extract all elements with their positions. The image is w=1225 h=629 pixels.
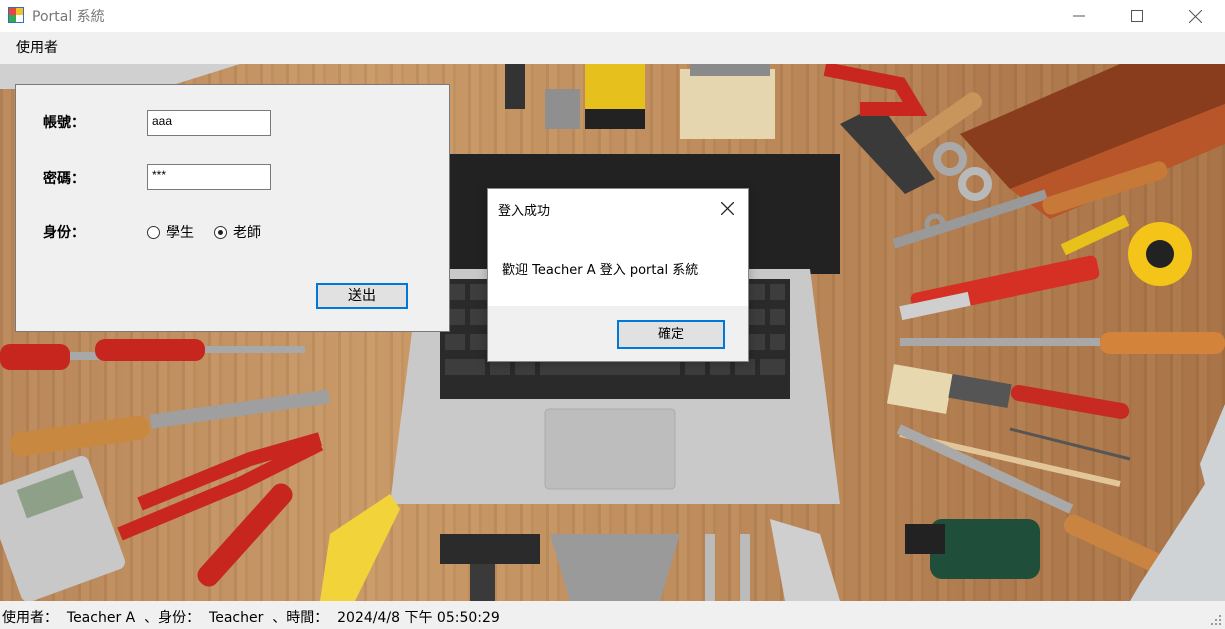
- dialog-footer: 確定: [488, 306, 748, 361]
- dialog-close-button[interactable]: [716, 197, 738, 219]
- account-label: 帳號：: [43, 115, 85, 131]
- status-bar: 使用者： Teacher A 、身份： Teacher 、時間： 2024/4/…: [0, 601, 1225, 629]
- close-button[interactable]: [1166, 0, 1224, 32]
- radio-checked-icon: [214, 225, 227, 239]
- ok-button[interactable]: 確定: [617, 320, 725, 349]
- password-input[interactable]: ***: [147, 164, 271, 190]
- submit-button[interactable]: 送出: [316, 283, 408, 309]
- role-option-teacher: 老師: [233, 225, 261, 241]
- radio-unchecked-icon: [147, 225, 160, 239]
- login-panel: 帳號： aaa 密碼： *** 身份： 學生 老師 送出: [15, 84, 450, 332]
- role-radio-student[interactable]: 學生: [147, 222, 194, 242]
- status-text: 使用者： Teacher A 、身份： Teacher 、時間： 2024/4/…: [2, 610, 500, 626]
- role-option-student: 學生: [166, 225, 194, 241]
- login-success-dialog: 登入成功 歡迎 Teacher A 登入 portal 系統 確定: [487, 188, 749, 362]
- role-radio-teacher[interactable]: 老師: [214, 222, 261, 242]
- app-icon: [8, 7, 24, 23]
- account-input[interactable]: aaa: [147, 110, 271, 136]
- password-label: 密碼：: [43, 171, 85, 187]
- menu-bar: 使用者: [0, 32, 1225, 64]
- maximize-icon: [1131, 10, 1143, 22]
- minimize-button[interactable]: [1050, 0, 1108, 32]
- close-icon: [720, 201, 734, 215]
- menu-item-user[interactable]: 使用者: [8, 32, 66, 64]
- resize-grip-icon[interactable]: [1210, 614, 1222, 626]
- role-label: 身份：: [43, 225, 85, 241]
- close-icon: [1188, 9, 1202, 23]
- maximize-button[interactable]: [1108, 0, 1166, 32]
- dialog-title: 登入成功: [498, 204, 551, 219]
- dialog-message: 歡迎 Teacher A 登入 portal 系統: [502, 263, 699, 278]
- title-bar: Portal 系統: [0, 0, 1225, 32]
- window-title: Portal 系統: [32, 9, 105, 25]
- minimize-icon: [1073, 15, 1085, 17]
